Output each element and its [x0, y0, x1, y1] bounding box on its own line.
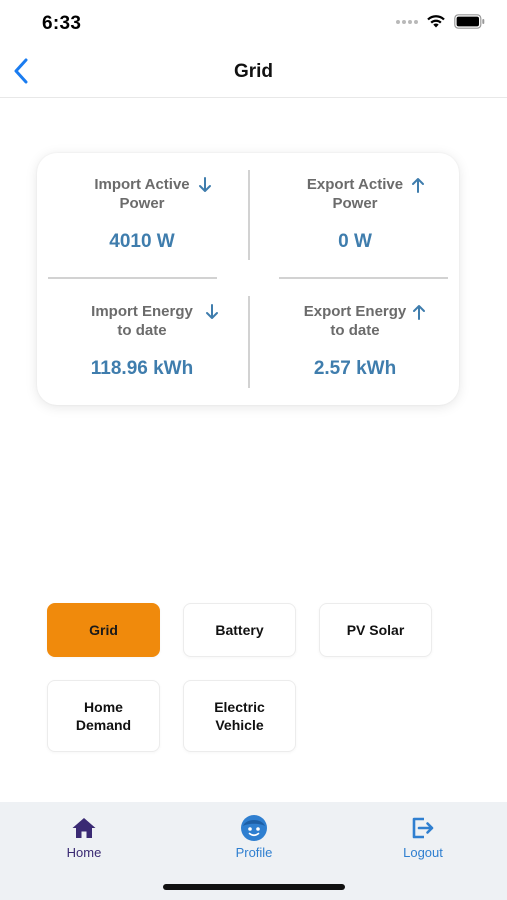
import-active-power-stat: Import Active Power 4010 W: [52, 175, 232, 253]
tab-logout[interactable]: Logout: [368, 814, 478, 860]
stat-label: Export Active Power: [307, 175, 425, 213]
status-bar: 6:33: [0, 0, 507, 46]
stat-label: Export Energy to date: [304, 302, 426, 340]
horizontal-divider: [48, 277, 217, 279]
page-title: Grid: [233, 61, 274, 82]
grid-button[interactable]: Grid: [47, 603, 160, 657]
export-energy-value: 2.57 kWh: [313, 358, 397, 379]
grid-button-label: Grid: [89, 622, 118, 638]
tab-home-label: Home: [66, 845, 102, 860]
logout-icon: [412, 817, 434, 839]
home-icon: [72, 818, 96, 838]
import-energy-value: 118.96 kWh: [90, 358, 194, 379]
vertical-divider: [248, 296, 250, 388]
battery-button-label: Battery: [215, 622, 264, 638]
import-active-power-value: 4010 W: [109, 231, 175, 252]
horizontal-divider: [279, 277, 448, 279]
export-energy-stat: Export Energy to date 2.57 kWh: [265, 302, 445, 380]
pv-solar-button-label: PV Solar: [346, 622, 405, 638]
home-demand-button-label: Home Demand: [75, 699, 132, 733]
profile-face-icon: [241, 815, 267, 841]
electric-vehicle-button[interactable]: Electric Vehicle: [183, 680, 296, 752]
status-icons: [396, 14, 485, 29]
home-indicator: [163, 884, 345, 890]
import-energy-stat: Import Energy to date 118.96 kWh: [52, 302, 232, 380]
tab-home[interactable]: Home: [29, 814, 139, 860]
vertical-divider: [248, 170, 250, 260]
battery-button[interactable]: Battery: [183, 603, 296, 657]
electric-vehicle-button-label: Electric Vehicle: [214, 699, 265, 733]
cellular-signal-icon: [396, 19, 418, 24]
status-time: 6:33: [42, 13, 82, 34]
battery-icon: [454, 14, 485, 29]
wifi-icon: [427, 15, 445, 28]
stat-label: Import Energy to date: [91, 302, 218, 340]
export-active-power-stat: Export Active Power 0 W: [265, 175, 445, 253]
arrow-up-icon: [413, 305, 426, 320]
export-active-power-value: 0 W: [338, 231, 372, 252]
arrow-down-icon: [198, 177, 211, 192]
tab-profile[interactable]: Profile: [199, 814, 309, 860]
arrow-down-icon: [205, 304, 218, 319]
arrow-up-icon: [412, 178, 425, 193]
pv-solar-button[interactable]: PV Solar: [319, 603, 432, 657]
tab-profile-label: Profile: [235, 845, 273, 860]
stat-label: Import Active Power: [94, 175, 211, 213]
tab-logout-label: Logout: [403, 845, 443, 860]
navigation-bar: Grid: [0, 46, 507, 98]
grid-stats-card: Import Active Power 4010 W Export Active…: [37, 153, 459, 405]
home-demand-button[interactable]: Home Demand: [47, 680, 160, 752]
